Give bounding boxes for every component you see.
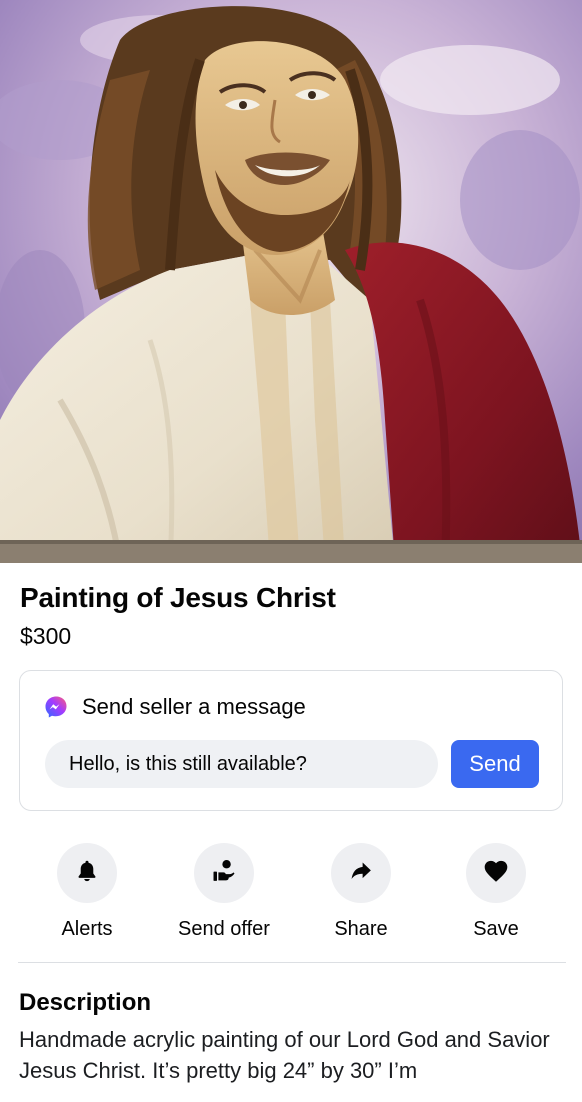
offer-icon — [210, 857, 238, 890]
messenger-icon — [44, 695, 68, 719]
send-offer-label: Send offer — [178, 918, 270, 940]
alerts-button[interactable]: Alerts — [22, 843, 152, 941]
message-input[interactable] — [45, 740, 438, 788]
message-card-header: Send seller a message — [44, 693, 306, 721]
painting-image — [0, 0, 582, 563]
share-button[interactable]: Share — [296, 843, 426, 941]
message-card-title: Send seller a message — [82, 694, 306, 719]
alerts-circle[interactable] — [57, 843, 117, 903]
send-button[interactable]: Send — [451, 740, 539, 788]
save-button[interactable]: Save — [431, 843, 561, 941]
listing-photo[interactable] — [0, 0, 582, 563]
description-text: Handmade acrylic painting of our Lord Go… — [19, 1027, 550, 1083]
heart-icon — [482, 857, 510, 890]
share-label: Share — [334, 918, 388, 940]
send-offer-circle[interactable] — [194, 843, 254, 903]
send-message-card: Send seller a message Send — [19, 670, 563, 811]
listing-title: Painting of Jesus Christ — [20, 582, 336, 613]
listing-price: $300 — [20, 623, 72, 649]
share-circle[interactable] — [331, 843, 391, 903]
action-row: Alerts Send offer Share Save — [0, 843, 582, 943]
send-offer-button[interactable]: Send offer — [159, 843, 289, 941]
description-heading: Description — [19, 989, 152, 1016]
alerts-label: Alerts — [61, 918, 113, 940]
save-label: Save — [473, 918, 519, 940]
section-divider — [18, 962, 566, 963]
bell-icon — [74, 858, 100, 889]
save-circle[interactable] — [466, 843, 526, 903]
share-arrow-icon — [348, 858, 374, 889]
